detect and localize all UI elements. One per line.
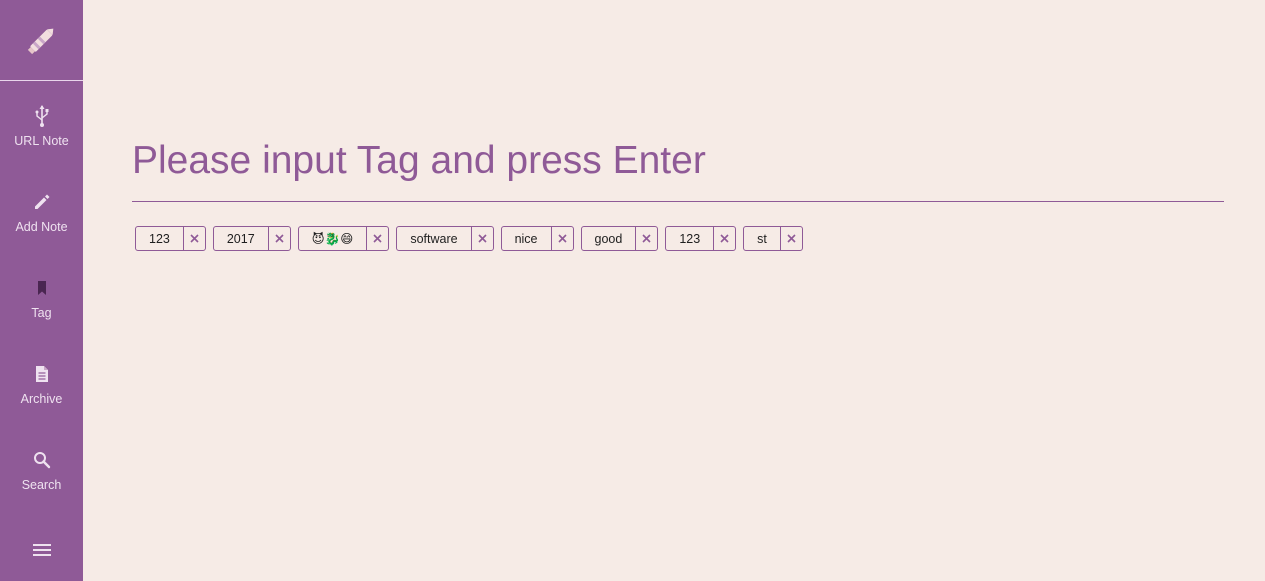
tag-chip: good	[580, 226, 659, 251]
usb-icon	[35, 104, 49, 128]
remove-tag-button[interactable]	[184, 227, 205, 250]
tag-label[interactable]: software	[397, 227, 472, 250]
sidebar-item-tag[interactable]: Tag	[0, 274, 83, 360]
tag-chip: 😈🐉😄	[297, 226, 390, 251]
pencil-icon	[33, 190, 51, 214]
sidebar-item-add-note[interactable]: Add Note	[0, 188, 83, 274]
sidebar-item-label: URL Note	[14, 134, 69, 148]
hamburger-menu-icon	[32, 544, 51, 556]
remove-tag-button[interactable]	[636, 227, 657, 250]
sidebar-item-search[interactable]: Search	[0, 446, 83, 532]
close-icon	[275, 234, 284, 243]
tag-chip: st	[743, 226, 803, 251]
close-icon	[477, 234, 487, 243]
tag-chip: 123	[665, 226, 737, 251]
sidebar: URL Note Add Note Tag Archive Search	[0, 0, 83, 581]
sidebar-item-url-note[interactable]: URL Note	[0, 102, 83, 188]
close-icon	[557, 234, 567, 243]
menu-button[interactable]	[0, 536, 83, 564]
pencil-icon	[27, 28, 53, 55]
tag-chip: software	[396, 226, 494, 251]
tag-chip: 123	[135, 226, 206, 251]
tag-label[interactable]: st	[744, 227, 781, 250]
sidebar-item-label: Add Note	[15, 220, 68, 234]
search-icon	[33, 448, 51, 472]
remove-tag-button[interactable]	[714, 227, 735, 250]
sidebar-item-label: Search	[21, 478, 62, 492]
tag-label[interactable]: 😈🐉😄	[299, 227, 368, 250]
tag-label[interactable]: good	[582, 227, 637, 250]
tag-label[interactable]: nice	[502, 227, 552, 250]
sidebar-item-archive[interactable]: Archive	[0, 360, 83, 446]
remove-tag-button[interactable]	[367, 227, 388, 250]
remove-tag-button[interactable]	[269, 227, 290, 250]
main-content: 123 2017 😈🐉😄 software nice	[83, 0, 1265, 581]
app-logo[interactable]	[0, 0, 83, 81]
remove-tag-button[interactable]	[781, 227, 802, 250]
sidebar-item-label: Tag	[31, 306, 52, 320]
close-icon	[190, 234, 199, 243]
tag-label[interactable]: 123	[666, 227, 715, 250]
tag-input[interactable]	[132, 120, 1224, 202]
remove-tag-button[interactable]	[472, 227, 493, 250]
close-icon	[373, 234, 382, 243]
close-icon	[642, 234, 651, 243]
bookmark-icon	[36, 276, 48, 300]
tag-chip: 2017	[212, 226, 291, 251]
tag-chip: nice	[500, 226, 574, 251]
close-icon	[787, 234, 796, 243]
tag-label[interactable]: 123	[136, 227, 184, 250]
close-icon	[720, 234, 729, 243]
tag-label[interactable]: 2017	[214, 227, 269, 250]
tag-list: 123 2017 😈🐉😄 software nice good 123 st	[135, 226, 803, 251]
sidebar-item-label: Archive	[20, 392, 63, 406]
remove-tag-button[interactable]	[552, 227, 573, 250]
document-icon	[35, 362, 49, 386]
